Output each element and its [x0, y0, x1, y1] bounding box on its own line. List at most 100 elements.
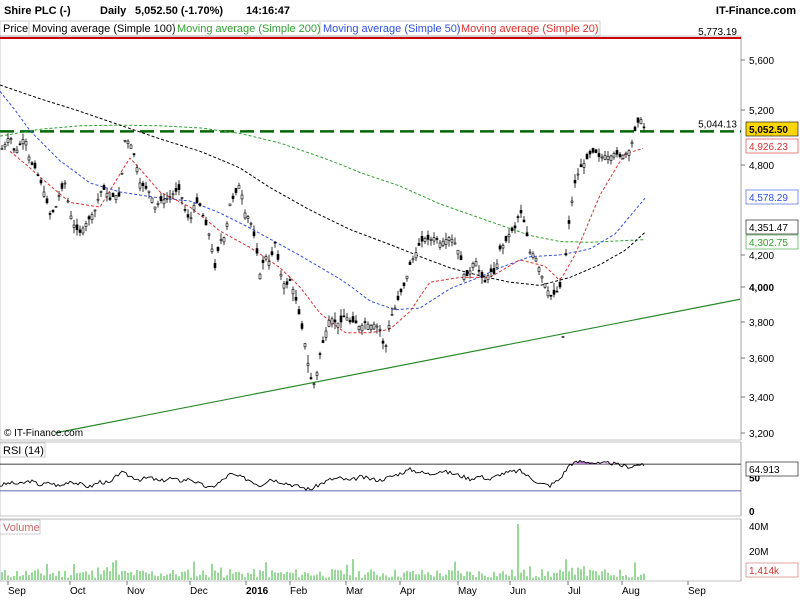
- candle: [48, 210, 52, 220]
- candle: [333, 312, 337, 330]
- brand-label: IT-Finance.com: [716, 5, 796, 17]
- candle: [162, 193, 166, 209]
- svg-text:4,578.29: 4,578.29: [749, 193, 788, 204]
- rsi-panel: RSI (14) 05064.913: [0, 441, 799, 518]
- svg-text:1,414k: 1,414k: [749, 566, 780, 577]
- candle: [165, 192, 169, 203]
- price-tick-label: 4,200: [749, 251, 774, 262]
- candle: [525, 226, 529, 237]
- candle: [45, 195, 49, 205]
- ma200-value-badge: 4,302.75: [745, 234, 799, 250]
- candle: [279, 270, 283, 281]
- candle: [345, 312, 349, 321]
- candle: [24, 138, 28, 151]
- candle: [312, 382, 316, 389]
- candle: [495, 259, 499, 270]
- legend-ma100[interactable]: Moving average (Simple 100): [32, 23, 176, 35]
- ma50-line: [0, 90, 646, 311]
- candle: [237, 182, 241, 189]
- candle: [414, 247, 418, 261]
- candle: [3, 141, 7, 150]
- x-tick-label: May: [458, 586, 477, 597]
- candle: [273, 241, 277, 248]
- legend-ma50[interactable]: Moving average (Simple 50): [323, 23, 461, 35]
- candle: [510, 226, 514, 234]
- volume-value-badge: 1,414k: [745, 562, 799, 578]
- candle: [465, 269, 469, 277]
- candle: [636, 117, 640, 128]
- candle: [519, 204, 523, 219]
- candle: [597, 148, 601, 162]
- candle: [234, 187, 238, 196]
- candle: [447, 235, 451, 247]
- volume-bars: 40M 20M 1,414k: [1, 519, 799, 581]
- candle: [30, 161, 34, 166]
- candle: [303, 343, 307, 350]
- candle: [138, 177, 142, 192]
- candle: [222, 236, 226, 246]
- candle: [381, 338, 385, 350]
- candle: [342, 308, 346, 318]
- candle: [354, 315, 358, 324]
- legend-ma200[interactable]: Moving average (Simple 200): [177, 23, 321, 35]
- candle: [372, 321, 376, 330]
- candle: [624, 151, 628, 158]
- candle: [627, 149, 631, 162]
- candle: [594, 148, 598, 154]
- candle: [195, 193, 199, 204]
- candle: [276, 250, 280, 262]
- volume-label: Volume: [3, 522, 40, 534]
- candle: [153, 206, 157, 214]
- candle: [630, 139, 634, 148]
- candle: [18, 140, 22, 146]
- candle: [141, 180, 145, 192]
- candle: [243, 209, 247, 220]
- candle: [207, 232, 211, 240]
- x-tick-label: Jul: [568, 586, 581, 597]
- candle: [570, 196, 574, 207]
- candle: [579, 158, 583, 168]
- x-tick-label: Feb: [290, 586, 308, 597]
- price-tick-label: 3,600: [749, 354, 774, 365]
- candle: [63, 180, 67, 189]
- candle: [321, 336, 325, 344]
- candle: [102, 183, 106, 190]
- candle: [405, 275, 409, 282]
- x-tick-label: Dec: [190, 586, 208, 597]
- candle: [438, 239, 442, 250]
- legend-ma20[interactable]: Moving average (Simple 20): [461, 23, 599, 35]
- price-tick-label: 5,200: [749, 106, 774, 117]
- candle: [156, 200, 160, 208]
- candle: [450, 234, 454, 247]
- candle: [327, 315, 331, 328]
- symbol-label: Shire PLC (-): [4, 5, 71, 17]
- candle: [357, 325, 361, 333]
- candle: [468, 266, 472, 279]
- candle: [330, 316, 334, 328]
- candle: [471, 261, 475, 271]
- candle: [300, 320, 304, 331]
- candle: [522, 216, 526, 223]
- candle: [282, 280, 286, 295]
- candle: [537, 265, 541, 276]
- candle: [315, 370, 319, 381]
- candle: [81, 225, 85, 236]
- candle: [132, 153, 136, 158]
- candle: [174, 182, 178, 196]
- candle: [84, 220, 88, 232]
- candle: [432, 232, 436, 245]
- candle: [507, 229, 511, 244]
- candle: [339, 309, 343, 329]
- svg-text:5,052.50: 5,052.50: [749, 125, 788, 136]
- candle: [255, 243, 259, 257]
- candle: [618, 152, 622, 159]
- ma100-value-badge: 4,351.47: [745, 219, 799, 235]
- x-tick-label: 2016: [246, 586, 269, 597]
- candle: [186, 209, 190, 221]
- legend-price[interactable]: Price: [3, 23, 28, 35]
- candle: [246, 215, 250, 224]
- candle: [177, 180, 181, 196]
- rsi-series: 05064.913: [0, 442, 799, 518]
- candle: [387, 320, 391, 332]
- x-axis: Sep Oct Nov Dec 2016 Feb Mar Apr May Jun Jul Aug Sep: [7, 581, 706, 597]
